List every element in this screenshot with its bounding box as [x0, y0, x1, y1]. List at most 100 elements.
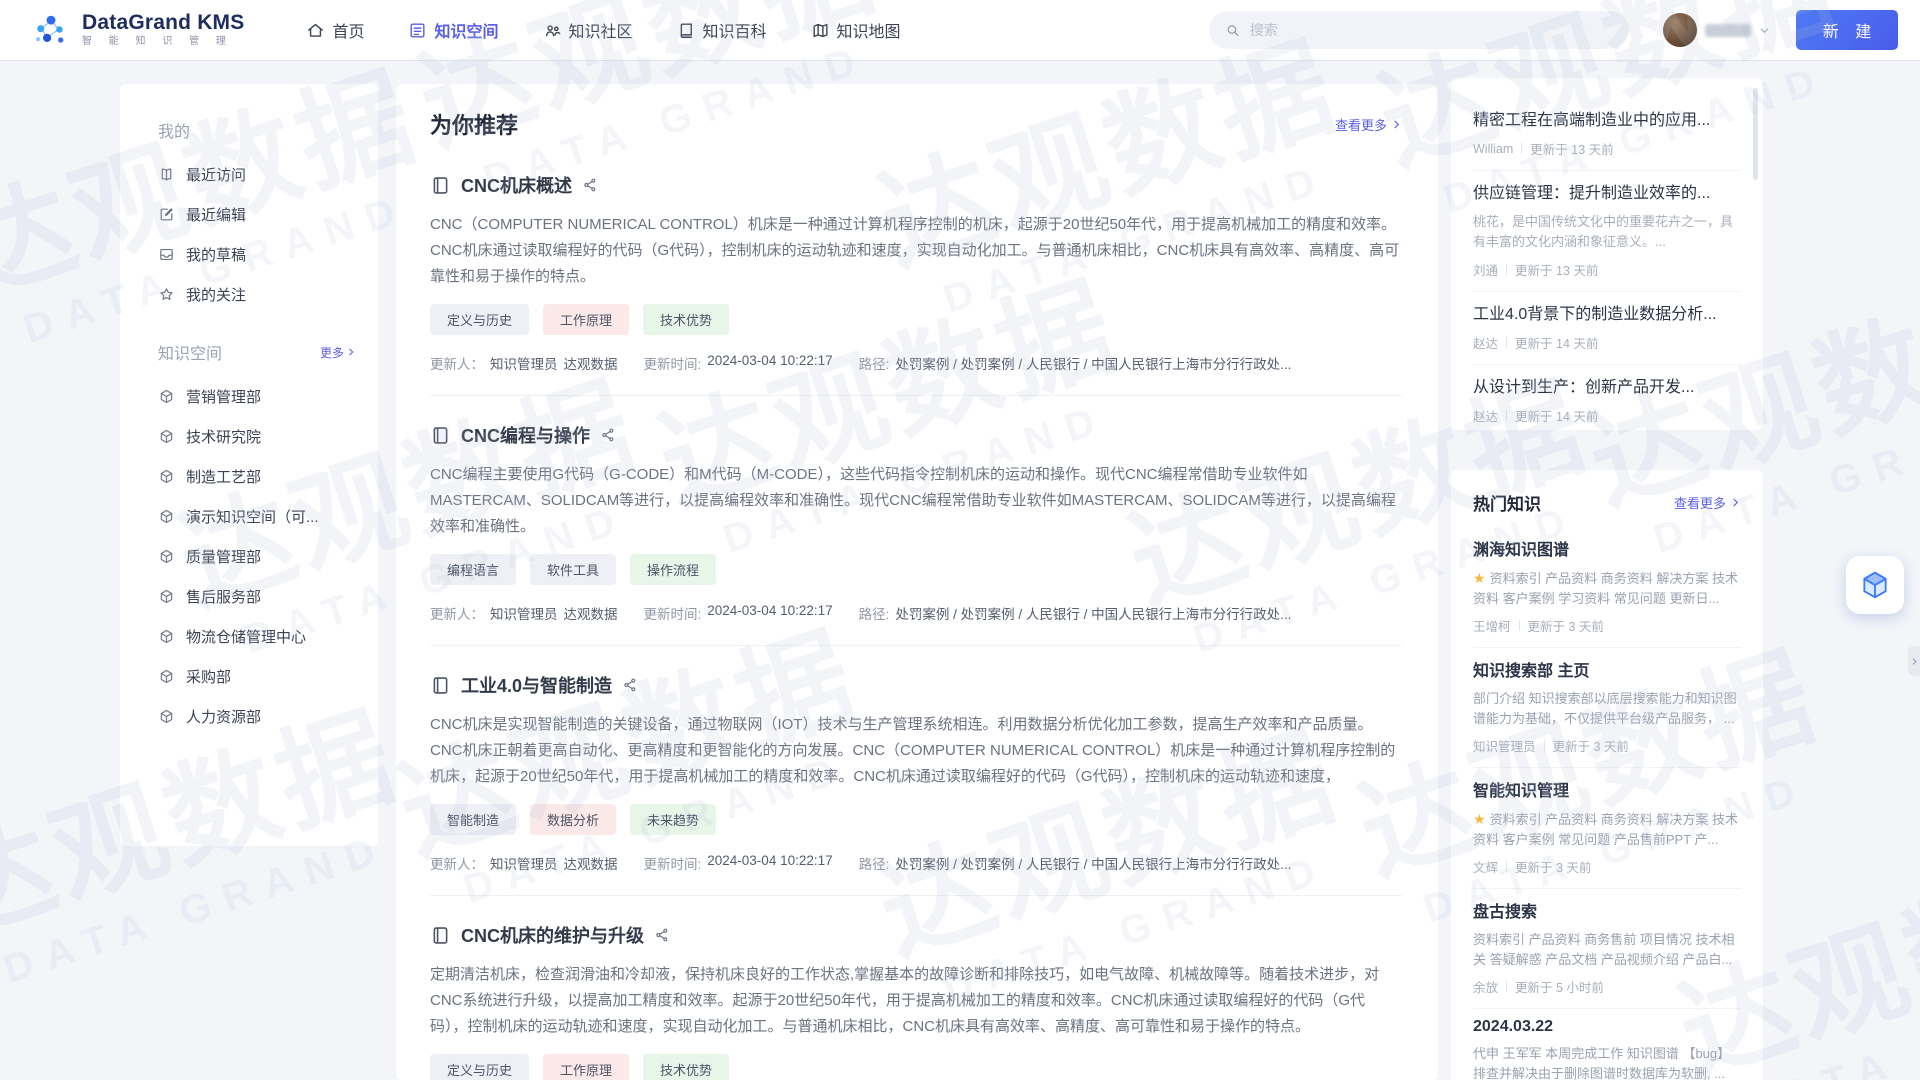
tag[interactable]: 编程语言 — [430, 554, 516, 585]
assistant-float-button[interactable] — [1846, 556, 1904, 614]
recommend-title[interactable]: 工业4.0背景下的制造业数据分析... — [1473, 300, 1741, 324]
article-meta: 更新人：知识管理员达观数据 更新时间:2024-03-04 10:22:17 路… — [430, 603, 1402, 623]
sidebar-space-procurement[interactable]: 采购部 — [120, 656, 378, 696]
updated-time: 更新于 3 天前 — [1515, 857, 1591, 876]
cube-icon — [158, 628, 175, 645]
tag[interactable]: 软件工具 — [530, 554, 616, 585]
tag[interactable]: 数据分析 — [530, 804, 616, 835]
sidebar-item-my-follows[interactable]: 我的关注 — [120, 274, 378, 314]
share-icon[interactable] — [582, 177, 598, 193]
article-title[interactable]: CNC机床的维护与升级 — [461, 922, 644, 948]
sidebar-space-hr[interactable]: 人力资源部 — [120, 696, 378, 736]
sidebar-space-marketing[interactable]: 营销管理部 — [120, 376, 378, 416]
list-item: 渊海知识图谱 ★资料索引 产品资料 商务资料 解决方案 技术资料 客户案例 学习… — [1473, 527, 1741, 648]
inbox-icon — [158, 246, 175, 263]
sidebar-item-recent-visits[interactable]: 最近访问 — [120, 154, 378, 194]
sidebar-item-recent-edits[interactable]: 最近编辑 — [120, 194, 378, 234]
hot-knowledge-panel: 热门知识 查看更多 渊海知识图谱 ★资料索引 产品资料 商务资料 解决方案 技术… — [1451, 470, 1763, 1080]
tag[interactable]: 技术优势 — [643, 1054, 729, 1080]
top-bar: DataGrand KMS 智 能 知 识 管 理 首页 知识空间 — [0, 0, 1920, 60]
list-item: 工业4.0背景下的制造业数据分析... 赵达更新于 14 天前 — [1473, 292, 1741, 365]
user-menu[interactable] — [1663, 13, 1770, 47]
list-item: 智能知识管理 ★资料索引 产品资料 商务资料 解决方案 技术资料 客户案例 常见… — [1473, 768, 1741, 889]
hot-item-desc: ★资料索引 产品资料 商务资料 解决方案 技术资料 客户案例 常见问题 产品售前… — [1473, 809, 1741, 850]
share-icon[interactable] — [654, 927, 670, 943]
article-card: CNC机床的维护与升级 定期清洁机床，检查润滑油和冷却液，保持机床良好的工作状态… — [430, 916, 1402, 1080]
hot-item-title[interactable]: 知识搜索部 主页 — [1473, 657, 1741, 681]
sidebar-space-after-sales[interactable]: 售后服务部 — [120, 576, 378, 616]
sidebar-space-demo[interactable]: 演示知识空间（可... — [120, 496, 378, 536]
sidebar-item-label: 售后服务部 — [186, 586, 261, 607]
nav-label: 知识百科 — [703, 18, 767, 42]
cube-icon — [158, 708, 175, 725]
breadcrumb[interactable]: 处罚案例 / 处罚案例 / 人民银行 / 中国人民银行上海市分行行政处... — [895, 603, 1291, 623]
hot-item-title[interactable]: 盘古搜索 — [1473, 898, 1741, 922]
tag[interactable]: 操作流程 — [630, 554, 716, 585]
sidebar-section-my: 我的 — [120, 108, 378, 154]
sidebar-section-spaces: 知识空间 更多 — [120, 330, 378, 376]
sidebar-space-tech-research[interactable]: 技术研究院 — [120, 416, 378, 456]
nav-item-knowledge-wiki[interactable]: 知识百科 — [677, 18, 767, 42]
brand-logo[interactable]: DataGrand KMS 智 能 知 识 管 理 — [30, 9, 244, 51]
tag[interactable]: 技术优势 — [643, 304, 729, 335]
hot-item-desc: 部门介绍 知识搜索部以底层搜索能力和知识图谱能力为基础，不仅提供平台级产品服务，… — [1473, 689, 1741, 729]
hot-item-title[interactable]: 2024.03.22 — [1473, 1018, 1741, 1036]
sidebar-item-label: 采购部 — [186, 666, 231, 687]
sidebar-item-label: 最近编辑 — [186, 204, 246, 225]
nav-item-knowledge-community[interactable]: 知识社区 — [543, 18, 633, 42]
time-value: 2024-03-04 10:22:17 — [707, 353, 832, 373]
star-icon: ★ — [1473, 570, 1486, 586]
nav-item-knowledge-map[interactable]: 知识地图 — [811, 18, 901, 42]
search-input[interactable] — [1250, 22, 1613, 38]
sidebar-space-manufacturing[interactable]: 制造工艺部 — [120, 456, 378, 496]
tag[interactable]: 定义与历史 — [430, 304, 529, 335]
hot-view-more-link[interactable]: 查看更多 — [1674, 493, 1741, 512]
avatar[interactable] — [1663, 13, 1697, 47]
article-title[interactable]: 工业4.0与智能制造 — [461, 672, 612, 698]
left-sidebar: 我的 最近访问 最近编辑 我的草稿 我的关注 — [120, 84, 378, 846]
create-new-button[interactable]: 新 建 — [1796, 10, 1898, 50]
open-book-icon — [158, 166, 175, 183]
recommend-title[interactable]: 供应链管理：提升制造业效率的... — [1473, 179, 1741, 203]
chevron-right-icon — [1391, 119, 1402, 130]
sidebar-space-logistics[interactable]: 物流仓储管理中心 — [120, 616, 378, 656]
tag[interactable]: 工作原理 — [543, 1054, 629, 1080]
hot-item-desc-text: 资料索引 产品资料 商务资料 解决方案 技术资料 客户案例 常见问题 产品售前P… — [1473, 812, 1738, 847]
sidebar-more-link[interactable]: 更多 — [320, 344, 356, 361]
tag[interactable]: 未来趋势 — [630, 804, 716, 835]
article-title[interactable]: CNC编程与操作 — [461, 422, 590, 448]
cube-3d-icon — [1859, 569, 1891, 601]
recommend-title[interactable]: 从设计到生产：创新产品开发... — [1473, 373, 1741, 397]
book-icon — [430, 425, 451, 446]
hot-item-desc-text: 资料索引 产品资料 商务资料 解决方案 技术资料 客户案例 学习资料 常见问题 … — [1473, 571, 1738, 606]
cube-icon — [158, 508, 175, 525]
sidebar-item-my-drafts[interactable]: 我的草稿 — [120, 234, 378, 274]
brand-slogan: 智 能 知 识 管 理 — [82, 37, 244, 48]
hot-item-title[interactable]: 渊海知识图谱 — [1473, 536, 1741, 560]
breadcrumb[interactable]: 处罚案例 / 处罚案例 / 人民银行 / 中国人民银行上海市分行行政处... — [895, 353, 1291, 373]
list-item: 从设计到生产：创新产品开发... 赵达更新于 14 天前 — [1473, 365, 1741, 437]
page-title: 为你推荐 — [430, 108, 518, 140]
tag[interactable]: 定义与历史 — [430, 1054, 529, 1080]
article-title[interactable]: CNC机床概述 — [461, 172, 572, 198]
share-icon[interactable] — [600, 427, 616, 443]
hot-item-title[interactable]: 智能知识管理 — [1473, 777, 1741, 801]
view-more-link[interactable]: 查看更多 — [1335, 115, 1402, 134]
more-label: 更多 — [320, 344, 344, 361]
nav-item-knowledge-space[interactable]: 知识空间 — [408, 18, 498, 42]
nav-item-home[interactable]: 首页 — [306, 18, 364, 42]
tag[interactable]: 工作原理 — [543, 304, 629, 335]
recommend-title[interactable]: 精密工程在高端制造业中的应用... — [1473, 106, 1741, 130]
author: 赵达 — [1473, 406, 1498, 425]
cube-icon — [158, 668, 175, 685]
share-icon[interactable] — [622, 677, 638, 693]
edge-collapse-tab[interactable] — [1908, 646, 1920, 676]
cube-icon — [158, 548, 175, 565]
view-more-label: 查看更多 — [1335, 115, 1387, 134]
scrollbar[interactable] — [1753, 88, 1758, 180]
article-meta: 更新人：知识管理员达观数据 更新时间:2024-03-04 10:22:17 路… — [430, 353, 1402, 373]
sidebar-space-quality[interactable]: 质量管理部 — [120, 536, 378, 576]
tag[interactable]: 智能制造 — [430, 804, 516, 835]
breadcrumb[interactable]: 处罚案例 / 处罚案例 / 人民银行 / 中国人民银行上海市分行行政处... — [895, 853, 1291, 873]
updated-time: 更新于 3 天前 — [1528, 616, 1604, 635]
